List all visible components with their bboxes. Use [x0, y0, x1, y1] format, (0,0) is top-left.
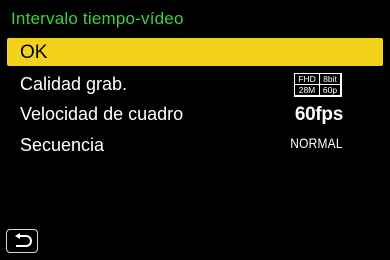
menu-item-frame-rate[interactable]: Velocidad de cuadro 60fps	[7, 100, 383, 128]
menu-item-label: Calidad grab.	[20, 74, 128, 94]
badge-bitrate: 28M	[295, 85, 319, 95]
menu-item-label: Secuencia	[20, 135, 105, 155]
menu-item-recording-quality[interactable]: Calidad grab. FHD 8bit 28M 60p	[7, 70, 383, 98]
menu-item-sequence[interactable]: Secuencia NORMAL	[7, 131, 383, 159]
badge-bit-depth: 8bit	[320, 74, 340, 84]
page-title: Intervalo tiempo-vídeo	[11, 9, 184, 28]
ok-label: OK	[20, 42, 48, 63]
back-button[interactable]	[6, 229, 38, 253]
ok-button[interactable]: OK	[7, 38, 383, 66]
badge-frame-rate: 60p	[320, 85, 340, 95]
return-arrow-icon	[15, 233, 32, 247]
frame-rate-value: 60fps	[294, 104, 343, 125]
sequence-value: NORMAL	[290, 135, 343, 151]
recording-quality-badge: FHD 8bit 28M 60p	[294, 73, 342, 97]
badge-resolution: FHD	[295, 74, 319, 84]
menu-item-label: Velocidad de cuadro	[20, 104, 184, 124]
